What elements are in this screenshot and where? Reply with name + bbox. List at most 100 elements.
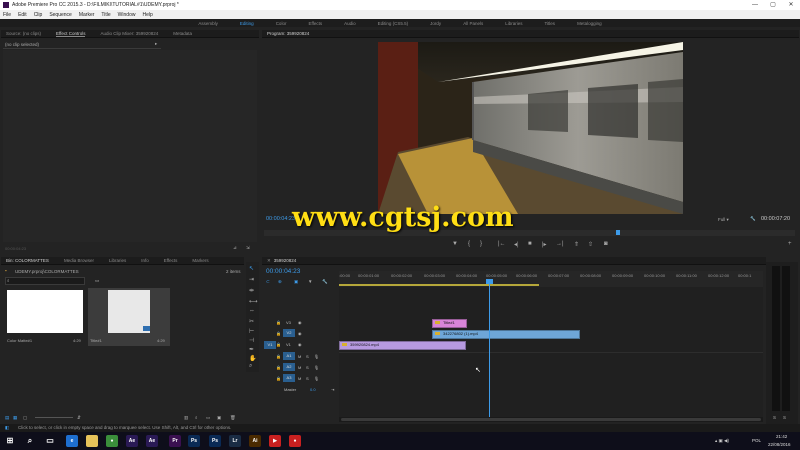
list-view-icon[interactable]: ▤ <box>5 415 9 421</box>
tab-markers[interactable]: Markers <box>192 258 208 263</box>
add-marker-button[interactable]: ▼ <box>452 241 458 247</box>
linked-selection-icon[interactable]: ⊕ <box>278 279 282 285</box>
workspace-assembly[interactable]: Assembly <box>198 21 218 26</box>
mic-icon[interactable]: 🎙 <box>314 354 319 359</box>
clock-date[interactable]: 22/08/2016 <box>768 442 791 447</box>
play-stop-button[interactable]: ■ <box>528 241 532 247</box>
source-patch-v1[interactable]: V1 <box>264 341 276 349</box>
solo-icon[interactable]: S <box>306 365 309 370</box>
workspace-all-panels[interactable]: All Panels <box>463 21 483 26</box>
eye-icon[interactable]: ◉ <box>298 342 302 347</box>
button-editor-button[interactable]: + <box>788 241 792 247</box>
icon-view-icon[interactable]: ▦ <box>13 415 17 421</box>
hand-tool-icon[interactable]: ✋ <box>249 355 256 362</box>
taskbar-app-icon[interactable]: Ai <box>249 435 261 447</box>
lock-icon[interactable]: 🔒 <box>276 342 281 347</box>
workspace-jordy[interactable]: Jordy <box>430 21 441 26</box>
menu-title[interactable]: Title <box>101 12 110 18</box>
tab-effects[interactable]: Effects <box>164 258 178 263</box>
menu-clip[interactable]: Clip <box>34 12 43 18</box>
mark-out-button[interactable]: } <box>480 241 482 247</box>
marker-icon[interactable]: ▼ <box>308 279 312 284</box>
slide-tool-icon[interactable]: ⊣ <box>249 337 254 344</box>
track-label-a3[interactable]: A3 <box>283 374 295 382</box>
menu-window[interactable]: Window <box>118 12 136 18</box>
timeline-playhead-handle[interactable] <box>486 279 493 284</box>
rolling-edit-tool-icon[interactable]: ⟷ <box>249 298 258 305</box>
workspace-audio[interactable]: Audio <box>344 21 356 26</box>
trash-icon[interactable]: 🗑 <box>230 415 236 421</box>
clip-359920824[interactable]: 359920824.mp4 <box>339 341 466 350</box>
export-frame-button[interactable]: ◙ <box>604 241 608 247</box>
step-forward-button[interactable]: |▸ <box>542 241 547 248</box>
tab-bin-colormattes[interactable]: Bin: COLORMATTES <box>6 258 49 263</box>
razor-tool-icon[interactable]: ✂ <box>249 318 254 325</box>
timeline-scroll-thumb[interactable] <box>341 418 761 421</box>
new-bin-icon[interactable]: ▭ <box>95 278 99 284</box>
taskbar-app-icon[interactable]: ● <box>289 435 301 447</box>
keyboard-language[interactable]: POL <box>752 438 761 443</box>
tray-icons[interactable]: ▴ ▣ ◀) <box>715 438 729 444</box>
timeline-timecode[interactable]: 00:00:04:23 <box>266 268 300 275</box>
taskbar-app-icon[interactable]: Pr <box>169 435 181 447</box>
menu-sequence[interactable]: Sequence <box>49 12 72 18</box>
taskbar-app-icon[interactable]: Ps <box>188 435 200 447</box>
mute-icon[interactable]: M <box>298 365 301 370</box>
mark-in-button[interactable]: { <box>468 241 470 247</box>
taskbar-app-icon[interactable] <box>86 435 98 447</box>
program-timecode-left[interactable]: 00:00:04:23 <box>266 216 295 222</box>
project-item[interactable]: Color Matte#1 4:29 <box>5 288 85 346</box>
mic-icon[interactable]: 🎙 <box>314 376 319 381</box>
work-area-bar[interactable] <box>339 284 539 286</box>
task-view-icon[interactable]: ▭ <box>44 435 56 447</box>
taskbar-app-icon[interactable]: e <box>66 435 78 447</box>
step-back-button[interactable]: ◂| <box>514 241 519 248</box>
ripple-edit-tool-icon[interactable]: ⇹ <box>249 287 254 294</box>
rate-stretch-tool-icon[interactable]: ⇔ <box>249 308 255 314</box>
menu-file[interactable]: File <box>3 12 11 18</box>
track-select-tool-icon[interactable]: ⇥ <box>249 276 254 283</box>
automate-icon[interactable]: ▥ <box>184 415 188 421</box>
export-icon[interactable]: ⇲ <box>246 245 250 251</box>
clock-time[interactable]: 21:42 <box>776 434 787 439</box>
track-label-v1[interactable]: V1 <box>286 342 291 347</box>
mic-icon[interactable]: 🎙 <box>314 365 319 370</box>
mute-icon[interactable]: M <box>298 354 301 359</box>
taskbar-app-icon[interactable]: ▶ <box>269 435 281 447</box>
tab-info[interactable]: Info <box>141 258 149 263</box>
zoom-slider[interactable] <box>35 417 73 418</box>
menu-help[interactable]: Help <box>142 12 152 18</box>
lock-icon[interactable]: 🔒 <box>276 365 281 370</box>
mute-icon[interactable]: M <box>298 376 301 381</box>
tab-source[interactable]: Source: (no clips) <box>6 31 41 36</box>
workspace-editing[interactable]: Editing <box>240 21 254 26</box>
menu-marker[interactable]: Marker <box>79 12 95 18</box>
tab-sequence[interactable]: 359920824 <box>274 258 297 263</box>
lock-icon[interactable]: 🔒 <box>276 354 281 359</box>
selection-tool-icon[interactable]: ↖ <box>249 265 254 272</box>
track-area[interactable]: Title#1 342276802 (1).mp4 359920824.mp4 … <box>339 279 763 417</box>
master-value[interactable]: 0.0 <box>310 387 316 392</box>
tab-libraries[interactable]: Libraries <box>109 258 126 263</box>
menu-edit[interactable]: Edit <box>18 12 27 18</box>
sort-icon[interactable]: ⇵ <box>77 415 81 421</box>
solo-icon[interactable]: S <box>306 376 309 381</box>
track-label-v3[interactable]: V3 <box>286 320 291 325</box>
minimize-button[interactable]: — <box>746 0 764 10</box>
program-playhead[interactable] <box>615 230 620 235</box>
search-icon[interactable]: ⌕ <box>24 435 36 447</box>
timeline-settings-icon[interactable]: 🔧 <box>322 279 328 285</box>
go-to-in-button[interactable]: |← <box>498 241 506 247</box>
workspace-libraries[interactable]: Libraries <box>505 21 522 26</box>
find-icon[interactable]: ⌕ <box>195 415 198 420</box>
solo-icon[interactable]: S <box>306 354 309 359</box>
master-end-icon[interactable]: ⇥ <box>331 387 334 392</box>
add-marker-icon[interactable]: ▣ <box>294 279 298 285</box>
freeform-view-icon[interactable]: ▢ <box>23 415 27 421</box>
clip-342276802[interactable]: 342276802 (1).mp4 <box>432 330 580 339</box>
filter-icon[interactable]: ⊿ <box>233 245 237 251</box>
slip-tool-icon[interactable]: ⊢ <box>249 328 254 335</box>
workspace-color[interactable]: Color <box>276 21 287 26</box>
track-label-a1[interactable]: A1 <box>283 352 295 360</box>
expand-arrow-icon[interactable]: ▸ <box>155 41 157 47</box>
